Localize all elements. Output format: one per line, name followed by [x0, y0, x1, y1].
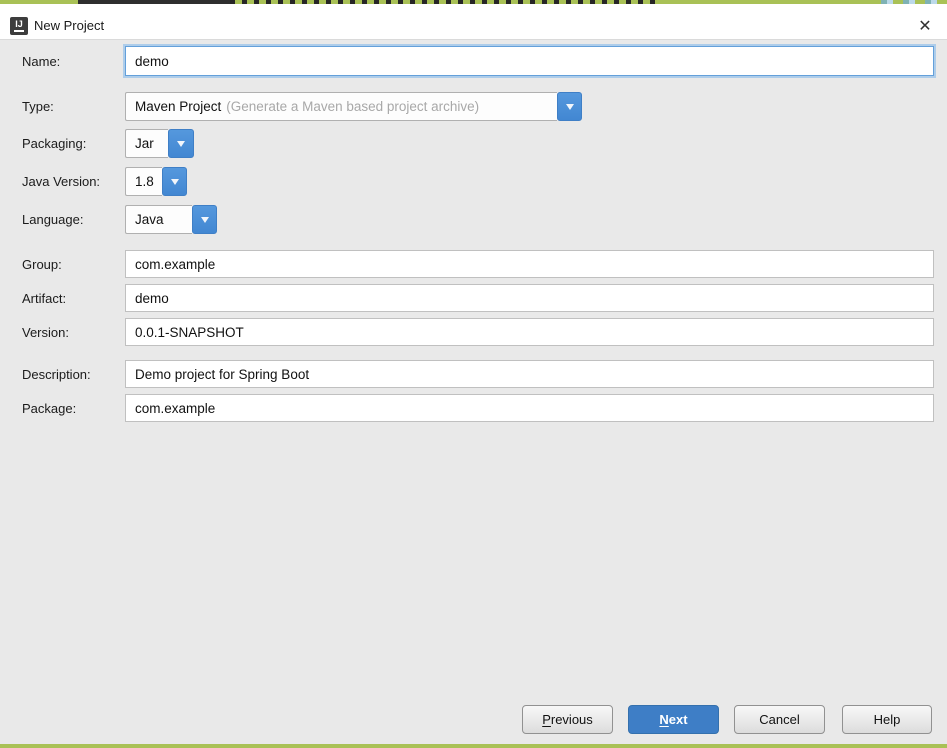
- desktop-background-strip-bottom: [0, 744, 947, 748]
- java-version-dropdown[interactable]: 1.8: [125, 167, 187, 196]
- packaging-label: Packaging:: [22, 129, 86, 158]
- titlebar: IJ New Project ✕: [0, 4, 947, 40]
- language-dropdown-button[interactable]: [192, 205, 217, 234]
- group-label: Group:: [22, 250, 62, 278]
- previous-button[interactable]: Previous: [522, 705, 613, 734]
- package-label: Package:: [22, 394, 76, 422]
- language-dropdown[interactable]: Java: [125, 205, 217, 234]
- packaging-value-text: Jar: [135, 136, 154, 151]
- next-button-label: ext: [669, 712, 688, 727]
- language-value-text: Java: [135, 212, 164, 227]
- type-dropdown[interactable]: Maven Project (Generate a Maven based pr…: [125, 92, 582, 121]
- logo-underline: [14, 30, 24, 32]
- language-dropdown-value[interactable]: Java: [125, 205, 192, 234]
- logo-text: IJ: [15, 20, 23, 29]
- dropdown-arrow-icon: [201, 217, 209, 223]
- cancel-button-label: Cancel: [759, 712, 799, 727]
- help-button[interactable]: Help: [842, 705, 932, 734]
- version-label: Version:: [22, 318, 69, 346]
- name-label: Name:: [22, 46, 60, 76]
- language-label: Language:: [22, 205, 83, 234]
- type-dropdown-value[interactable]: Maven Project (Generate a Maven based pr…: [125, 92, 557, 121]
- previous-button-label: revious: [551, 712, 593, 727]
- next-button[interactable]: Next: [628, 705, 719, 734]
- artifact-input[interactable]: [125, 284, 934, 312]
- description-label: Description:: [22, 360, 91, 388]
- package-input[interactable]: [125, 394, 934, 422]
- type-label: Type:: [22, 92, 54, 121]
- version-input[interactable]: [125, 318, 934, 346]
- cancel-button[interactable]: Cancel: [734, 705, 825, 734]
- close-icon[interactable]: ✕: [912, 12, 938, 38]
- packaging-dropdown[interactable]: Jar: [125, 129, 194, 158]
- java-version-dropdown-value[interactable]: 1.8: [125, 167, 162, 196]
- group-input[interactable]: [125, 250, 934, 278]
- dropdown-arrow-icon: [171, 179, 179, 185]
- dropdown-arrow-icon: [177, 141, 185, 147]
- help-button-label: Help: [874, 712, 901, 727]
- description-input[interactable]: [125, 360, 934, 388]
- window-title: New Project: [34, 8, 104, 43]
- java-version-value-text: 1.8: [135, 174, 154, 189]
- artifact-label: Artifact:: [22, 284, 66, 312]
- packaging-dropdown-value[interactable]: Jar: [125, 129, 168, 158]
- intellij-idea-logo-icon: IJ: [10, 17, 28, 35]
- name-input[interactable]: [125, 46, 934, 76]
- next-button-mnemonic: N: [659, 712, 668, 727]
- type-dropdown-button[interactable]: [557, 92, 582, 121]
- previous-button-mnemonic: P: [542, 712, 551, 727]
- type-value-hint: (Generate a Maven based project archive): [226, 99, 479, 114]
- java-version-label: Java Version:: [22, 167, 100, 196]
- packaging-dropdown-button[interactable]: [168, 129, 194, 158]
- type-value-text: Maven Project: [135, 99, 221, 114]
- dropdown-arrow-icon: [566, 104, 574, 110]
- new-project-dialog: IJ New Project ✕ Name: Type: Maven Proje…: [0, 0, 947, 748]
- java-version-dropdown-button[interactable]: [162, 167, 187, 196]
